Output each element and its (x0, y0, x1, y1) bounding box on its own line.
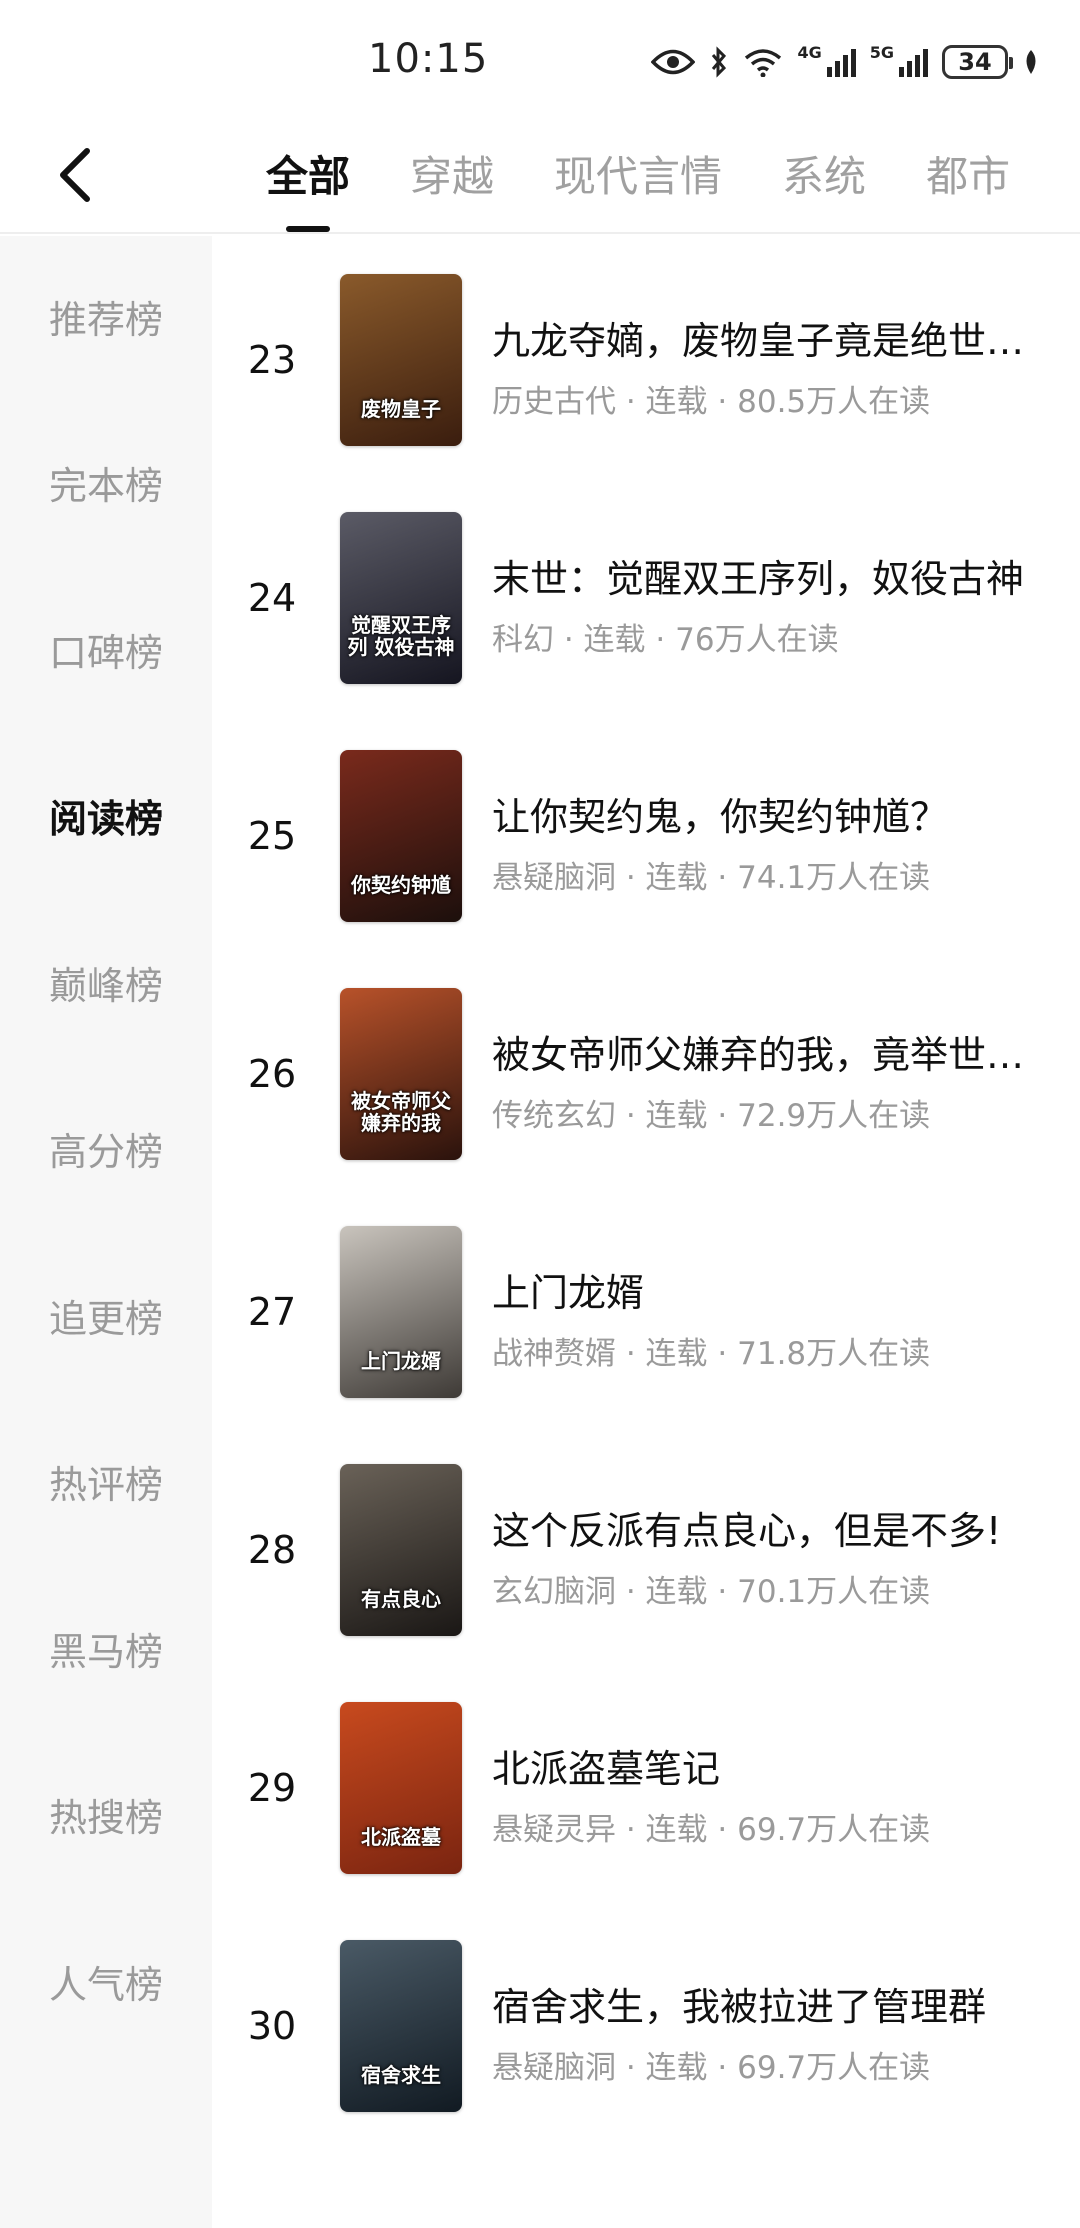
book-rank: 30 (247, 2004, 297, 2048)
status-bar: 10:15 4G 5G 34 (0, 0, 1080, 120)
book-row[interactable]: 30 宿舍求生 宿舍求生，我被拉进了管理群悬疑脑洞 · 连载 · 69.7万人在读 (212, 1938, 1080, 2114)
book-rank: 29 (247, 1766, 297, 1810)
book-title[interactable]: 上门龙婿 (492, 1262, 1052, 1317)
book-title[interactable]: 这个反派有点良心，但是不多! (492, 1500, 1052, 1555)
category-tabs: 全部 穿越 现代言情 系统 都市 (266, 120, 1080, 234)
book-cover[interactable]: 宿舍求生 (340, 1940, 462, 2112)
tab-0[interactable]: 全部 (266, 120, 350, 234)
chevron-left-icon (60, 148, 90, 202)
book-cover-title: 被女帝师父 嫌弃的我 (351, 1089, 451, 1135)
book-cover[interactable]: 有点良心 (340, 1464, 462, 1636)
eye-icon (651, 47, 696, 77)
status-time: 10:15 (368, 36, 489, 82)
book-rank: 23 (247, 338, 297, 382)
book-cover[interactable]: 废物皇子 (340, 274, 462, 446)
tab-3[interactable]: 系统 (782, 120, 866, 234)
book-meta: 玄幻脑洞 · 连载 · 70.1万人在读 (492, 1574, 931, 1610)
book-meta: 历史古代 · 连载 · 80.5万人在读 (492, 384, 931, 420)
book-cover-title: 北派盗墓 (361, 1825, 441, 1849)
leaf-icon (1022, 48, 1040, 76)
book-meta: 战神赘婿 · 连载 · 71.8万人在读 (492, 1336, 931, 1372)
book-meta: 科幻 · 连载 · 76万人在读 (492, 622, 839, 658)
book-cover-title: 你契约钟馗 (351, 873, 451, 897)
book-row[interactable]: 29 北派盗墓 北派盗墓笔记悬疑灵异 · 连载 · 69.7万人在读 (212, 1700, 1080, 1876)
book-meta: 传统玄幻 · 连载 · 72.9万人在读 (492, 1098, 931, 1134)
ranking-sidebar: 推荐榜完本榜口碑榜阅读榜巅峰榜高分榜追更榜热评榜黑马榜热搜榜人气榜 (0, 236, 212, 2228)
book-cover-title: 有点良心 (361, 1587, 441, 1611)
book-row[interactable]: 28 有点良心 这个反派有点良心，但是不多! 玄幻脑洞 · 连载 · 70.1万人在读 (212, 1462, 1080, 1638)
sidebar-item-1[interactable]: 完本榜 (0, 443, 212, 523)
book-row[interactable]: 24 觉醒双王序列 奴役古神 末世：觉醒双王序列，奴役古神科幻 · 连载 · 76万… (212, 510, 1080, 686)
book-rank: 26 (247, 1052, 297, 1096)
sidebar-item-3[interactable]: 阅读榜 (0, 776, 212, 856)
book-row[interactable]: 27 上门龙婿 上门龙婿 战神赘婿 · 连载 · 71.8万人在读 (212, 1224, 1080, 1400)
book-rank: 28 (247, 1528, 297, 1572)
book-list: 23 废物皇子 九龙夺嫡，废物皇子竟是绝世… 历史古代 · 连载 · 80.5万人在读… (212, 236, 1080, 2228)
book-cover[interactable]: 觉醒双王序列 奴役古神 (340, 512, 462, 684)
signal-5g-label: 5G (869, 42, 894, 62)
book-title[interactable]: 末世：觉醒双王序列，奴役古神 (492, 548, 1052, 603)
wifi-icon (743, 47, 783, 77)
book-title[interactable]: 九龙夺嫡，废物皇子竟是绝世… (492, 310, 1052, 365)
book-row[interactable]: 25 你契约钟馗 让你契约鬼，你契约钟馗？ 悬疑脑洞 · 连载 · 74.1万人在读 (212, 748, 1080, 924)
book-rank: 25 (247, 814, 297, 858)
sidebar-item-9[interactable]: 热搜榜 (0, 1775, 212, 1855)
signal-5g-icon (898, 47, 928, 77)
sidebar-item-4[interactable]: 巅峰榜 (0, 942, 212, 1022)
sidebar-item-0[interactable]: 推荐榜 (0, 276, 212, 356)
book-title[interactable]: 让你契约鬼，你契约钟馗？ (492, 786, 1052, 841)
book-meta: 悬疑灵异 · 连载 · 69.7万人在读 (492, 1812, 931, 1848)
tab-4[interactable]: 都市 (926, 120, 1010, 234)
book-cover[interactable]: 你契约钟馗 (340, 750, 462, 922)
sidebar-item-8[interactable]: 黑马榜 (0, 1608, 212, 1688)
sidebar-item-10[interactable]: 人气榜 (0, 1941, 212, 2021)
status-icons: 4G 5G 34 (651, 40, 1040, 84)
tab-2[interactable]: 现代言情 (554, 120, 722, 234)
book-cover[interactable]: 上门龙婿 (340, 1226, 462, 1398)
book-meta: 悬疑脑洞 · 连载 · 69.7万人在读 (492, 2050, 931, 2086)
tabs-fade (1000, 120, 1080, 232)
book-cover-title: 宿舍求生 (361, 2063, 441, 2087)
back-button[interactable] (40, 140, 110, 210)
battery-icon: 34 (942, 45, 1013, 79)
book-meta: 悬疑脑洞 · 连载 · 74.1万人在读 (492, 860, 931, 896)
book-cover-title: 废物皇子 (361, 397, 441, 421)
book-cover-title: 觉醒双王序列 奴役古神 (347, 613, 455, 659)
sidebar-item-7[interactable]: 热评榜 (0, 1442, 212, 1522)
signal-4g-label: 4G (797, 42, 822, 62)
book-row[interactable]: 26 被女帝师父 嫌弃的我 被女帝师父嫌弃的我，竟举世… 传统玄幻 · 连载 · 72… (212, 986, 1080, 1162)
sidebar-item-5[interactable]: 高分榜 (0, 1109, 212, 1189)
book-cover-title: 上门龙婿 (361, 1349, 441, 1373)
signal-4g-icon (826, 47, 856, 77)
book-cover[interactable]: 被女帝师父 嫌弃的我 (340, 988, 462, 1160)
book-title[interactable]: 宿舍求生，我被拉进了管理群 (492, 1976, 1052, 2031)
book-rank: 24 (247, 576, 297, 620)
book-cover[interactable]: 北派盗墓 (340, 1702, 462, 1874)
bluetooth-icon (709, 46, 729, 78)
book-title[interactable]: 被女帝师父嫌弃的我，竟举世… (492, 1024, 1052, 1079)
book-row[interactable]: 23 废物皇子 九龙夺嫡，废物皇子竟是绝世… 历史古代 · 连载 · 80.5万人在读 (212, 272, 1080, 448)
top-nav: 全部 穿越 现代言情 系统 都市 (0, 120, 1080, 234)
book-rank: 27 (247, 1290, 297, 1334)
book-title[interactable]: 北派盗墓笔记 (492, 1738, 1052, 1793)
sidebar-item-2[interactable]: 口碑榜 (0, 609, 212, 689)
tab-1[interactable]: 穿越 (410, 120, 494, 234)
sidebar-item-6[interactable]: 追更榜 (0, 1275, 212, 1355)
